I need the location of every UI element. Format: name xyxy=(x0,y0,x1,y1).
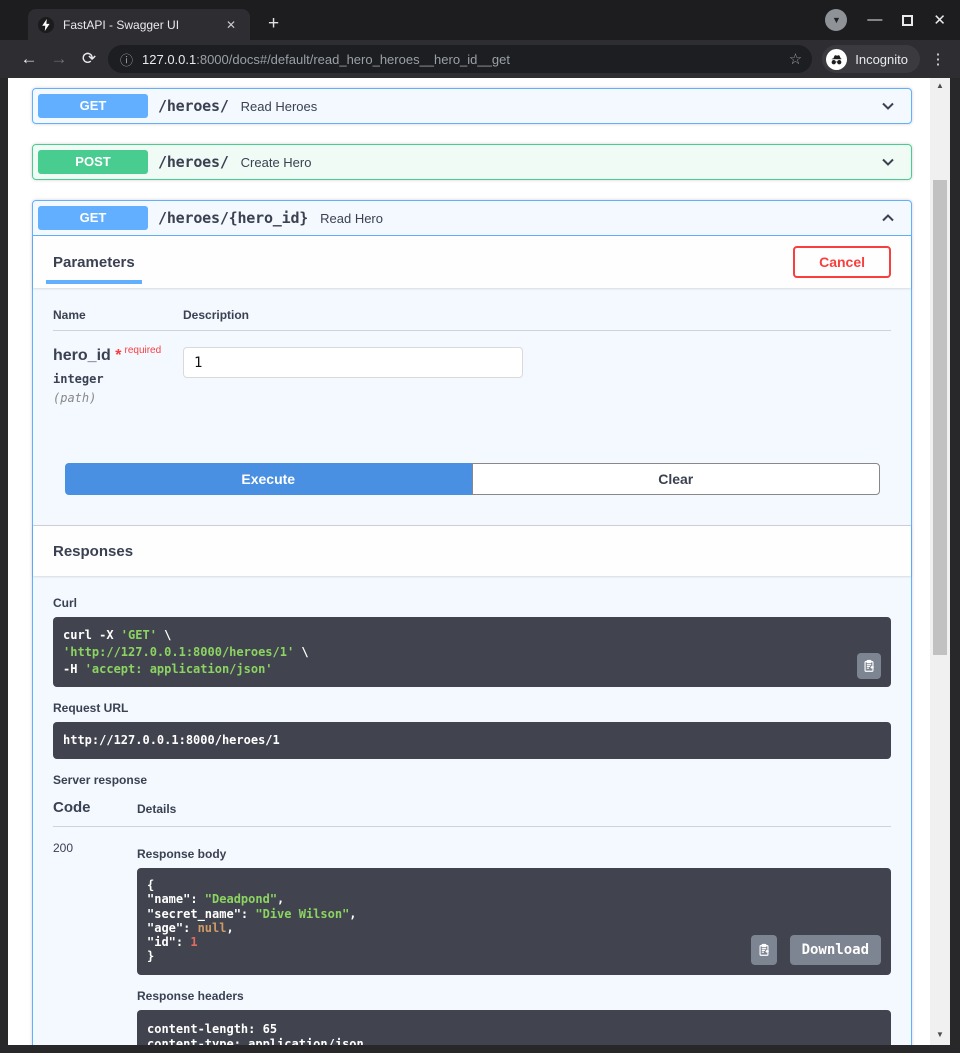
response-body-block: { "name": "Deadpond", "secret_name": "Di… xyxy=(137,868,891,976)
response-row-200: 200 Response body { "name": "Deadpond", … xyxy=(53,841,891,1045)
parameters-area: Name Description hero_id * required integ… xyxy=(33,288,911,525)
tab-close-icon[interactable]: ✕ xyxy=(222,18,240,32)
browser-menu-icon[interactable]: ⋮ xyxy=(928,50,948,68)
url-host: 127.0.0.1 xyxy=(142,51,197,67)
bookmark-star-icon[interactable]: ☆ xyxy=(789,50,802,68)
method-badge-get: GET xyxy=(38,94,148,118)
incognito-badge: Incognito xyxy=(822,45,920,73)
required-star: * xyxy=(115,347,122,364)
parameters-header: Parameters Cancel xyxy=(33,236,911,288)
details-column-header: Details xyxy=(137,802,177,817)
description-column-header: Description xyxy=(183,308,250,322)
url-bar[interactable]: ⓘ 127.0.0.1:8000/docs#/default/read_hero… xyxy=(108,45,813,73)
minimize-button[interactable]: — xyxy=(867,12,882,27)
browser-toolbar: ← → ⟳ ⓘ 127.0.0.1:8000/docs#/default/rea… xyxy=(0,40,960,78)
response-headers-block: content-length: 65 content-type: applicat… xyxy=(137,1010,891,1045)
opblock-post-heroes: POST /heroes/ Create Hero xyxy=(32,144,912,180)
method-badge-post: POST xyxy=(38,150,148,174)
tab-title: FastAPI - Swagger UI xyxy=(63,17,180,32)
chevron-down-icon[interactable] xyxy=(878,96,898,116)
op-summary-read-heroes[interactable]: GET /heroes/ Read Heroes xyxy=(33,89,911,123)
copy-curl-button[interactable] xyxy=(857,653,881,680)
op-summary-text: Read Hero xyxy=(320,210,383,226)
request-url-value: http://127.0.0.1:8000/heroes/1 xyxy=(63,733,280,748)
execute-button[interactable]: Execute xyxy=(65,463,472,495)
chevron-down-icon[interactable] xyxy=(878,152,898,172)
titlebar: FastAPI - Swagger UI ✕ + ▼ — ✕ xyxy=(0,0,960,40)
opblock-get-heroes: GET /heroes/ Read Heroes xyxy=(32,88,912,124)
browser-update-icon[interactable]: ▼ xyxy=(825,9,848,31)
op-summary-text: Read Heroes xyxy=(240,98,318,114)
curl-label: Curl xyxy=(53,596,77,610)
chevron-up-icon[interactable] xyxy=(878,208,898,228)
op-summary-create-hero[interactable]: POST /heroes/ Create Hero xyxy=(33,145,911,179)
responses-title: Responses xyxy=(53,542,134,560)
download-button[interactable]: Download xyxy=(789,935,881,966)
incognito-label: Incognito xyxy=(855,51,908,67)
hero-id-input[interactable] xyxy=(183,347,523,378)
name-column-header: Name xyxy=(53,308,86,322)
site-info-icon[interactable]: ⓘ xyxy=(120,50,133,69)
active-tab-underline xyxy=(46,280,142,284)
forward-icon[interactable]: → xyxy=(44,49,74,69)
code-column-header: Code xyxy=(53,799,91,817)
copy-response-button[interactable] xyxy=(750,935,777,966)
maximize-button[interactable] xyxy=(902,14,914,26)
scrollbar-thumb[interactable] xyxy=(933,180,947,655)
responses-header: Responses xyxy=(33,525,911,576)
server-response-label: Server response xyxy=(53,773,148,788)
param-location: (path) xyxy=(53,391,97,405)
browser-tab[interactable]: FastAPI - Swagger UI ✕ xyxy=(28,9,250,40)
op-summary-text: Create Hero xyxy=(240,154,312,170)
tab-parameters[interactable]: Parameters xyxy=(53,254,135,271)
close-window-button[interactable]: ✕ xyxy=(933,11,946,29)
request-url-label: Request URL xyxy=(53,701,129,716)
incognito-icon xyxy=(826,48,848,70)
back-icon[interactable]: ← xyxy=(14,49,44,69)
clear-button[interactable]: Clear xyxy=(471,463,880,495)
page-viewport: GET /heroes/ Read Heroes POST /heroes/ C… xyxy=(8,78,950,1045)
response-headers-label: Response headers xyxy=(137,989,244,1004)
op-path: /heroes/ xyxy=(158,97,229,115)
request-url-block: http://127.0.0.1:8000/heroes/1 xyxy=(53,722,891,760)
fastapi-favicon-icon xyxy=(38,16,54,33)
response-body-label: Response body xyxy=(137,847,227,862)
reload-icon[interactable]: ⟳ xyxy=(74,49,104,69)
new-tab-icon[interactable]: + xyxy=(268,13,279,35)
browser-window: FastAPI - Swagger UI ✕ + ▼ — ✕ ← → ⟳ ⓘ 1… xyxy=(0,0,960,1053)
url-path: :8000/docs#/default/read_hero_heroes__he… xyxy=(196,51,510,67)
method-badge-get: GET xyxy=(38,206,148,230)
op-path: /heroes/ xyxy=(158,153,229,171)
scroll-up-icon[interactable]: ▲ xyxy=(930,78,950,94)
param-row-hero-id: hero_id * required integer (path) xyxy=(53,345,891,405)
status-code: 200 xyxy=(53,841,74,856)
opblock-get-hero-by-id: GET /heroes/{hero_id} Read Hero Paramete… xyxy=(32,200,912,1045)
swagger-page: GET /heroes/ Read Heroes POST /heroes/ C… xyxy=(8,78,930,1045)
cancel-button[interactable]: Cancel xyxy=(793,246,891,278)
op-path: /heroes/{hero_id} xyxy=(158,209,309,227)
param-type: integer xyxy=(53,372,104,386)
param-name: hero_id * required xyxy=(53,345,162,364)
required-label: required xyxy=(124,345,162,356)
curl-block: curl -X 'GET' \ 'http://127.0.0.1:8000/h… xyxy=(53,617,891,688)
url-text[interactable]: 127.0.0.1:8000/docs#/default/read_hero_h… xyxy=(142,52,781,67)
responses-area: Curl curl -X 'GET' \ 'http://127.0.0.1:8… xyxy=(33,576,911,1045)
scroll-down-icon[interactable]: ▼ xyxy=(930,1027,950,1043)
op-summary-read-hero[interactable]: GET /heroes/{hero_id} Read Hero xyxy=(33,201,911,236)
scrollbar[interactable]: ▲ ▼ xyxy=(930,78,950,1045)
